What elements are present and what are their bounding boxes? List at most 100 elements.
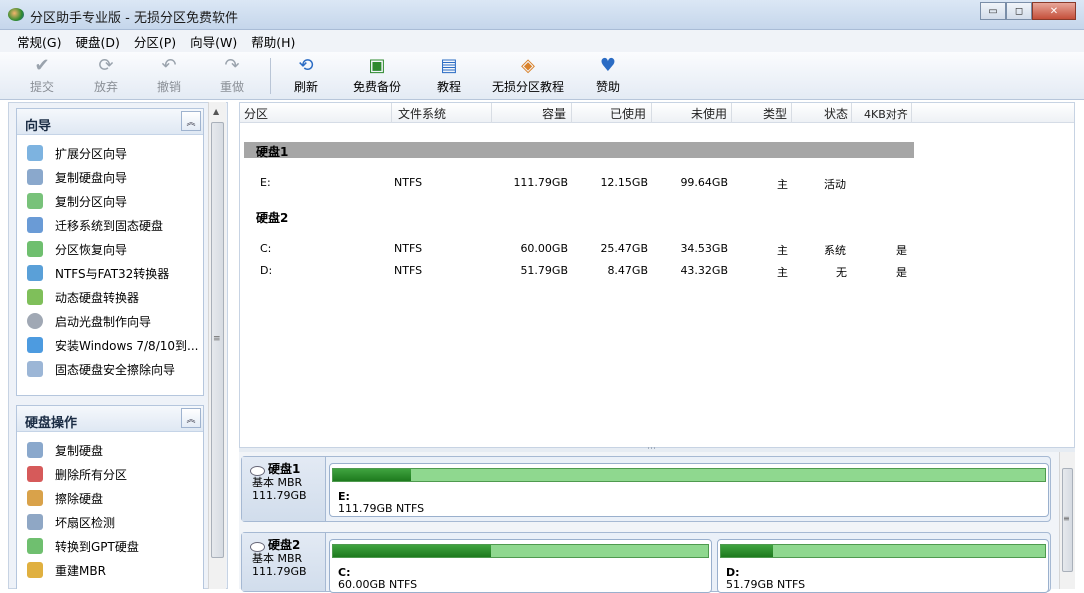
partition-block[interactable]: E: 111.79GB NTFS [329,463,1049,517]
menu-partition[interactable]: 分区(P) [127,32,183,51]
op-convert-gpt[interactable]: 转换到GPT硬盘 [17,534,203,558]
undo-button[interactable]: ↶ 撤销 [157,54,181,95]
wizard-dynamic-disk[interactable]: 动态硬盘转换器 [17,285,203,309]
copy-disk-icon [27,169,43,185]
col-filesystem[interactable]: 文件系统 [398,105,446,122]
copy-partition-icon [27,193,43,209]
copy-disk-icon [27,442,43,458]
menu-help[interactable]: 帮助(H) [244,32,302,51]
close-button[interactable]: ✕ [1032,2,1076,20]
refresh-button[interactable]: ⟲ 刷新 [294,54,318,95]
left-scrollbar[interactable]: ▲ ≡ [208,102,226,589]
scroll-up-icon[interactable]: ▲ [213,107,219,116]
op-bad-sector[interactable]: 坏扇区检测 [17,510,203,534]
disk-ops-header: 硬盘操作 ︽ [17,406,203,432]
op-rebuild-mbr[interactable]: 重建MBR [17,558,203,582]
partition-info: 60.00GB NTFS [338,578,418,591]
donate-button[interactable]: ♥ 赞助 [596,54,620,95]
cell-status: 无 [836,266,847,279]
wizard-boot-disc[interactable]: 启动光盘制作向导 [17,309,203,333]
table-row[interactable]: D: NTFS 51.79GB 8.47GB 43.32GB 主 无 是 [240,261,1074,281]
disk-map-scrollbar[interactable]: ≡ [1059,452,1075,589]
op-copy-disk[interactable]: 复制硬盘 [17,438,203,462]
grip-icon: ≡ [1063,514,1070,523]
disk-group-header[interactable]: 硬盘1 [244,142,914,159]
wizard-copy-disk[interactable]: 复制硬盘向导 [17,165,203,189]
disk-card[interactable]: 硬盘1 基本 MBR 111.79GB E: 111.79GB NTFS [241,456,1051,522]
col-type[interactable]: 类型 [763,105,787,122]
col-divider[interactable] [391,103,392,123]
maximize-button[interactable]: ◻ [1006,2,1032,20]
cell-unused: 43.32GB [680,264,728,277]
cell-used: 12.15GB [600,176,648,189]
gpt-icon [27,538,43,554]
wizard-migrate-os[interactable]: 迁移系统到固态硬盘 [17,213,203,237]
minimize-button[interactable]: ▭ [980,2,1006,20]
lossless-tutorial-button[interactable]: ◈ 无损分区教程 [492,54,564,95]
submit-button[interactable]: ✔ 提交 [30,54,54,95]
grip-icon: ≡ [213,334,221,344]
undo-icon: ↶ [161,54,177,76]
menu-general[interactable]: 常规(G) [10,32,68,51]
partition-block[interactable]: D: 51.79GB NTFS [717,539,1049,593]
wizard-ntfs-fat32[interactable]: NTFS与FAT32转换器 [17,261,203,285]
table-row[interactable]: C: NTFS 60.00GB 25.47GB 34.53GB 主 系统 是 [240,239,1074,259]
partition-block[interactable]: C: 60.00GB NTFS [329,539,712,593]
disk-card[interactable]: 硬盘2 基本 MBR 111.79GB C: 60.00GB NTFS D: 5… [241,532,1051,593]
disc-icon [27,313,43,329]
op-item-label: 转换到GPT硬盘 [55,539,139,554]
disk-group-header[interactable]: 硬盘2 [244,208,914,225]
menu-wizard[interactable]: 向导(W) [183,32,244,51]
redo-label: 重做 [220,80,245,94]
col-divider[interactable] [651,103,652,123]
menu-disk[interactable]: 硬盘(D) [68,32,126,51]
wizard-section: 向导 ︽ 扩展分区向导 复制硬盘向导 复制分区向导 迁移系统到固态硬盘 分区恢复… [16,108,204,396]
col-capacity[interactable]: 容量 [542,105,566,122]
tutorial-button[interactable]: ▤ 教程 [437,54,461,95]
col-used[interactable]: 已使用 [610,105,646,122]
collapse-icon[interactable]: ︽ [181,408,201,428]
window-controls: ▭ ◻ ✕ [980,2,1076,20]
col-4k-align[interactable]: 4KB对齐 [864,106,908,122]
collapse-icon[interactable]: ︽ [181,111,201,131]
wizard-item-label: NTFS与FAT32转换器 [55,266,170,281]
col-unused[interactable]: 未使用 [691,105,727,122]
redo-button[interactable]: ↷ 重做 [220,54,244,95]
wizard-install-windows[interactable]: 安装Windows 7/8/10到... [17,333,203,357]
wizard-partition-recovery[interactable]: 分区恢复向导 [17,237,203,261]
partition-list: 分区 文件系统 容量 已使用 未使用 类型 状态 4KB对齐 硬盘1 E: NT… [239,102,1075,448]
discard-button[interactable]: ⟳ 放弃 [94,54,118,95]
backup-button[interactable]: ▣ 免费备份 [353,54,401,95]
col-divider[interactable] [731,103,732,123]
refresh-icon: ⟲ [298,54,314,76]
wizard-item-label: 复制分区向导 [55,194,128,209]
usage-fill [721,545,773,557]
partition-info: 51.79GB NTFS [726,578,806,591]
table-row[interactable]: E: NTFS 111.79GB 12.15GB 99.64GB 主 活动 [240,173,1074,193]
col-divider[interactable] [791,103,792,123]
wizard-item-label: 扩展分区向导 [55,146,128,161]
usage-fill [333,545,491,557]
disk-info: 硬盘1 基本 MBR 111.79GB [242,457,326,521]
col-divider[interactable] [571,103,572,123]
col-status[interactable]: 状态 [824,105,848,122]
cell-partition: D: [260,264,273,277]
col-divider[interactable] [851,103,852,123]
disk-size: 111.79GB [252,565,307,578]
op-item-label: 重建MBR [55,563,106,578]
wizard-ssd-erase[interactable]: 固态硬盘安全擦除向导 [17,357,203,381]
cell-4k-align: 是 [896,244,907,257]
col-divider[interactable] [911,103,912,123]
partition-info: 111.79GB NTFS [338,502,425,515]
op-delete-all[interactable]: 删除所有分区 [17,462,203,486]
col-partition[interactable]: 分区 [244,105,268,122]
wizard-extend-partition[interactable]: 扩展分区向导 [17,141,203,165]
wizard-copy-partition[interactable]: 复制分区向导 [17,189,203,213]
op-item-label: 复制硬盘 [55,443,104,458]
cell-filesystem: NTFS [394,264,423,277]
disk-kind: 基本 MBR [252,476,303,489]
col-divider[interactable] [491,103,492,123]
disk-name: 硬盘1 [250,463,325,476]
toolbar: ✔ 提交 ⟳ 放弃 ↶ 撤销 ↷ 重做 ⟲ 刷新 ▣ 免费备份 ▤ 教程 ◈ 无… [0,52,1084,100]
op-wipe-disk[interactable]: 擦除硬盘 [17,486,203,510]
